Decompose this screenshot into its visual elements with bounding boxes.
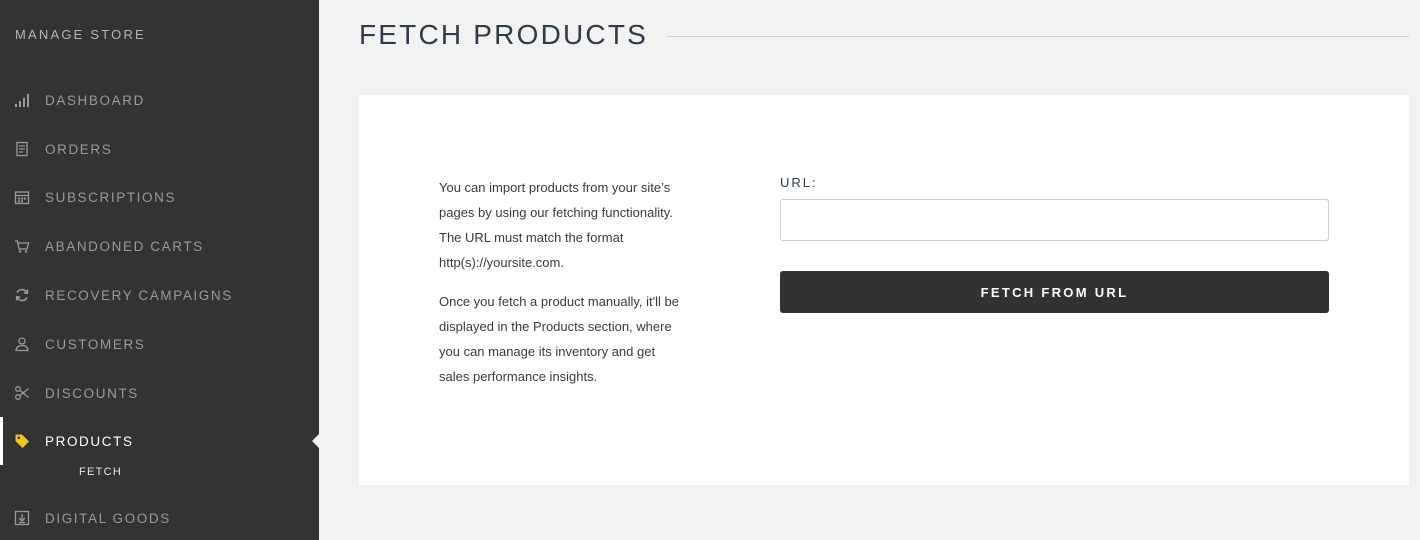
sidebar-item-subscriptions[interactable]: SUBSCRIPTIONS — [0, 173, 319, 221]
refresh-icon — [13, 287, 30, 304]
sidebar: MANAGE STORE DASHBOARD ORDERS SUBSCRIPTI… — [0, 0, 319, 540]
sidebar-item-dashboard[interactable]: DASHBOARD — [0, 76, 319, 124]
sidebar-item-label: SUBSCRIPTIONS — [45, 189, 177, 205]
sidebar-item-orders[interactable]: ORDERS — [0, 125, 319, 173]
page-title: FETCH PRODUCTS — [359, 19, 649, 50]
tag-icon — [13, 433, 30, 450]
sidebar-item-label: DISCOUNTS — [45, 385, 139, 401]
sidebar-item-abandoned-carts[interactable]: ABANDONED CARTS — [0, 222, 319, 270]
sidebar-subitem-fetch[interactable]: FETCH — [79, 466, 122, 478]
cart-icon — [13, 238, 30, 255]
sidebar-item-label: RECOVERY CAMPAIGNS — [45, 287, 233, 303]
receipt-icon — [13, 141, 30, 158]
scissors-icon — [13, 385, 30, 402]
title-divider — [667, 36, 1409, 37]
fetch-card: You can import products from your site’s… — [359, 95, 1409, 485]
url-label: URL: — [780, 175, 818, 190]
calendar-icon — [13, 189, 30, 206]
active-pointer — [312, 434, 319, 448]
sidebar-item-label: ABANDONED CARTS — [45, 238, 204, 254]
active-indicator — [0, 417, 3, 465]
sidebar-item-label: CUSTOMERS — [45, 336, 146, 352]
sidebar-item-label: DIGITAL GOODS — [45, 510, 171, 526]
store-title: MANAGE STORE — [15, 27, 146, 42]
sidebar-item-label: PRODUCTS — [45, 433, 134, 449]
sidebar-item-discounts[interactable]: DISCOUNTS — [0, 369, 319, 417]
sidebar-item-products[interactable]: PRODUCTS — [0, 417, 319, 465]
description: You can import products from your site’s… — [439, 175, 689, 389]
sidebar-item-label: ORDERS — [45, 141, 113, 157]
bar-chart-icon — [13, 92, 30, 109]
fetch-from-url-button[interactable]: FETCH FROM URL — [780, 271, 1329, 313]
download-box-icon — [13, 510, 30, 527]
url-input[interactable] — [780, 199, 1329, 241]
sidebar-item-recovery-campaigns[interactable]: RECOVERY CAMPAIGNS — [0, 271, 319, 319]
description-paragraph: You can import products from your site’s… — [439, 180, 673, 270]
sidebar-item-label: DASHBOARD — [45, 92, 145, 108]
sidebar-item-customers[interactable]: CUSTOMERS — [0, 320, 319, 368]
description-paragraph: Once you fetch a product manually, it'll… — [439, 294, 679, 384]
sidebar-item-digital-goods[interactable]: DIGITAL GOODS — [0, 494, 319, 540]
user-icon — [13, 336, 30, 353]
